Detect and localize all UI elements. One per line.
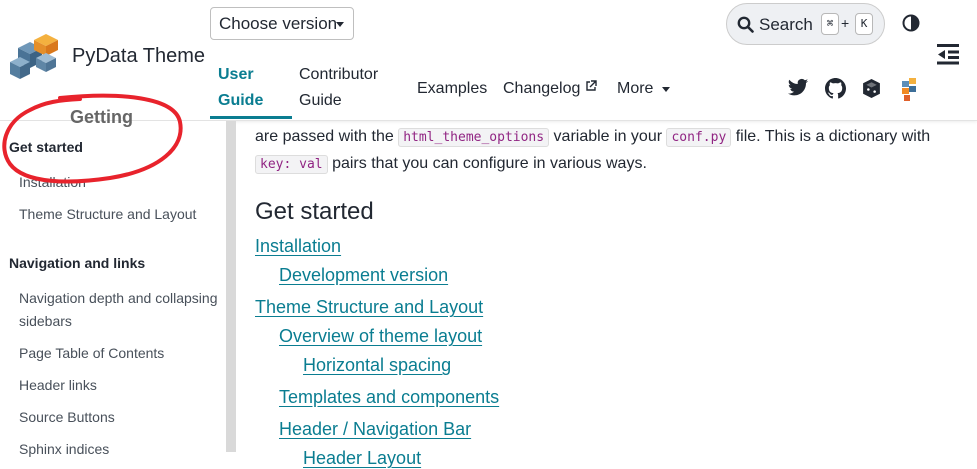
para-text-2: variable in your [549,128,667,145]
para-text-1: are passed with the [255,128,399,145]
github-icon[interactable] [825,78,846,99]
toc-link-development-version[interactable]: Development version [279,265,448,286]
intro-paragraph: are passed with the html_theme_options v… [255,124,970,178]
toc-link-templates-components[interactable]: Templates and components [279,387,499,408]
left-sidebar: Getting Get started Installation Theme S… [0,107,226,457]
nav-changelog[interactable]: Changelog [503,76,580,102]
sidebar-partial-heading: Getting [70,107,133,127]
nav-user-guide-line2: Guide [218,92,264,109]
pydata-icon[interactable] [901,78,917,102]
brand-title[interactable]: PyData Theme [72,45,205,68]
toc-link-header-navbar[interactable]: Header / Navigation Bar [279,419,471,440]
pypi-icon[interactable] [861,78,882,99]
sidebar-item-source-buttons[interactable]: Source Buttons [19,406,219,429]
sidebar-item-installation[interactable]: Installation [19,171,219,194]
toc-link-installation[interactable]: Installation [255,236,341,257]
kbd-plus: + [841,15,850,31]
kbd-command-key: ⌘ [821,13,839,35]
search-icon [737,16,754,33]
code-conf-py: conf.py [666,128,732,147]
sidebar-scrollbar[interactable] [226,121,236,452]
code-html-theme-options: html_theme_options [398,128,550,147]
toc-link-overview-layout[interactable]: Overview of theme layout [279,326,482,347]
nav-examples[interactable]: Examples [417,76,487,102]
sidebar-item-header-links[interactable]: Header links [19,374,219,397]
sidebar-item-navigation-depth[interactable]: Navigation depth and collapsing sidebars [19,287,219,333]
toc-link-theme-structure[interactable]: Theme Structure and Layout [255,297,483,318]
theme-toggle-icon[interactable] [902,14,920,32]
external-link-icon [586,80,597,91]
top-navbar: PyData Theme Choose version Search ⌘ + K… [0,0,977,121]
toc-link-header-layout[interactable]: Header Layout [303,448,421,469]
nav-contributor-guide-line2: Guide [299,92,342,109]
section-heading: Get started [255,198,374,225]
kbd-k-key: K [855,13,873,35]
sidebar-item-theme-structure[interactable]: Theme Structure and Layout [19,203,219,226]
code-key-val: key: val [255,155,328,174]
search-label: Search [759,15,813,34]
nav-user-guide-line1: User [218,66,254,83]
search-button[interactable]: Search ⌘ + K [726,3,885,45]
chevron-down-icon [336,22,344,27]
nav-more-dropdown[interactable]: More [617,76,653,102]
twitter-icon[interactable] [787,78,809,98]
active-nav-underline [210,116,292,119]
toc-toggle-icon[interactable] [936,43,960,65]
version-switcher-label: Choose version [219,14,338,33]
sidebar-heading-navigation: Navigation and links [9,255,146,271]
nav-contributor-guide[interactable]: Contributor Guide [299,62,378,114]
nav-user-guide[interactable]: User Guide [218,62,263,114]
nav-contributor-guide-line1: Contributor [299,66,379,83]
toc-link-horizontal-spacing[interactable]: Horizontal spacing [303,355,451,376]
main-content: are passed with the html_theme_options v… [236,121,977,468]
sidebar-heading-get-started: Get started [9,139,83,155]
version-switcher-button[interactable]: Choose version [210,7,354,40]
sidebar-item-page-toc[interactable]: Page Table of Contents [19,342,219,365]
sidebar-item-sphinx-indices[interactable]: Sphinx indices [19,438,219,461]
pydata-logo-icon[interactable] [8,34,64,80]
chevron-down-icon [662,87,670,92]
para-text-3: file. This is a dictionary with [731,128,931,145]
para-text-4: pairs that you can configure in various … [327,155,647,172]
